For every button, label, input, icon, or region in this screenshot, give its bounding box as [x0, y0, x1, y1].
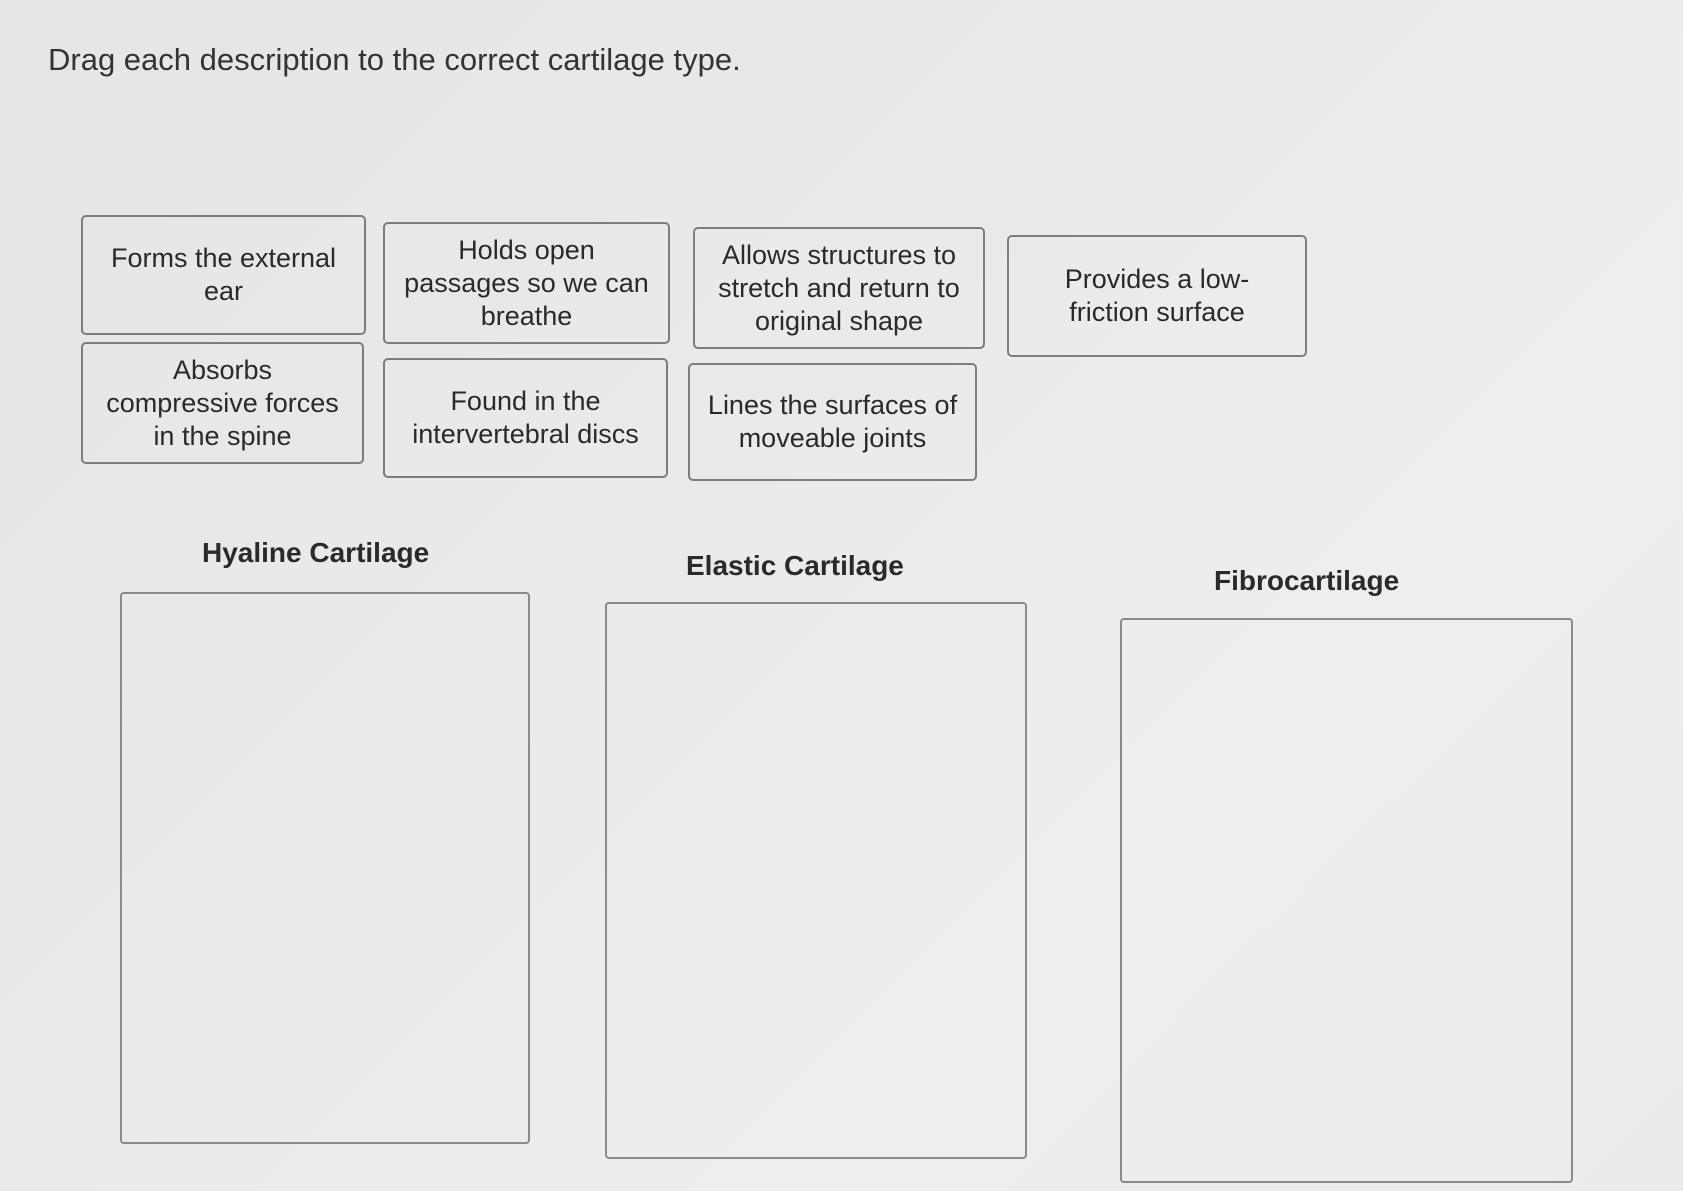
drag-card-moveable-joints[interactable]: Lines the surfaces of moveable joints: [688, 363, 977, 481]
drop-zone-hyaline[interactable]: [120, 592, 530, 1144]
drag-card-stretch-return[interactable]: Allows structures to stretch and return …: [693, 227, 985, 349]
card-label: Allows structures to stretch and return …: [718, 239, 960, 336]
drag-card-holds-passages[interactable]: Holds open passages so we can breathe: [383, 222, 670, 344]
zone-label-elastic: Elastic Cartilage: [686, 550, 904, 581]
card-label: Lines the surfaces of moveable joints: [707, 390, 958, 453]
drag-card-external-ear[interactable]: Forms the external ear: [81, 215, 366, 335]
drag-card-low-friction[interactable]: Provides a low-friction surface: [1007, 235, 1307, 357]
card-label: Provides a low-friction surface: [1064, 264, 1250, 327]
zone-label-hyaline: Hyaline Cartilage: [202, 537, 430, 568]
card-label: Forms the external ear: [110, 243, 337, 306]
instruction-text: Drag each description to the correct car…: [48, 42, 741, 77]
drop-zone-elastic[interactable]: [605, 602, 1027, 1159]
card-label: Absorbs compressive forces in the spine: [106, 354, 339, 451]
zone-label-fibro: Fibrocartilage: [1214, 565, 1400, 596]
drag-card-intervertebral-discs[interactable]: Found in the intervertebral discs: [383, 358, 668, 478]
drag-card-compressive-forces[interactable]: Absorbs compressive forces in the spine: [81, 342, 364, 464]
card-label: Holds open passages so we can breathe: [404, 234, 649, 331]
card-label: Found in the intervertebral discs: [412, 386, 639, 449]
drop-zone-fibro[interactable]: [1120, 618, 1573, 1183]
